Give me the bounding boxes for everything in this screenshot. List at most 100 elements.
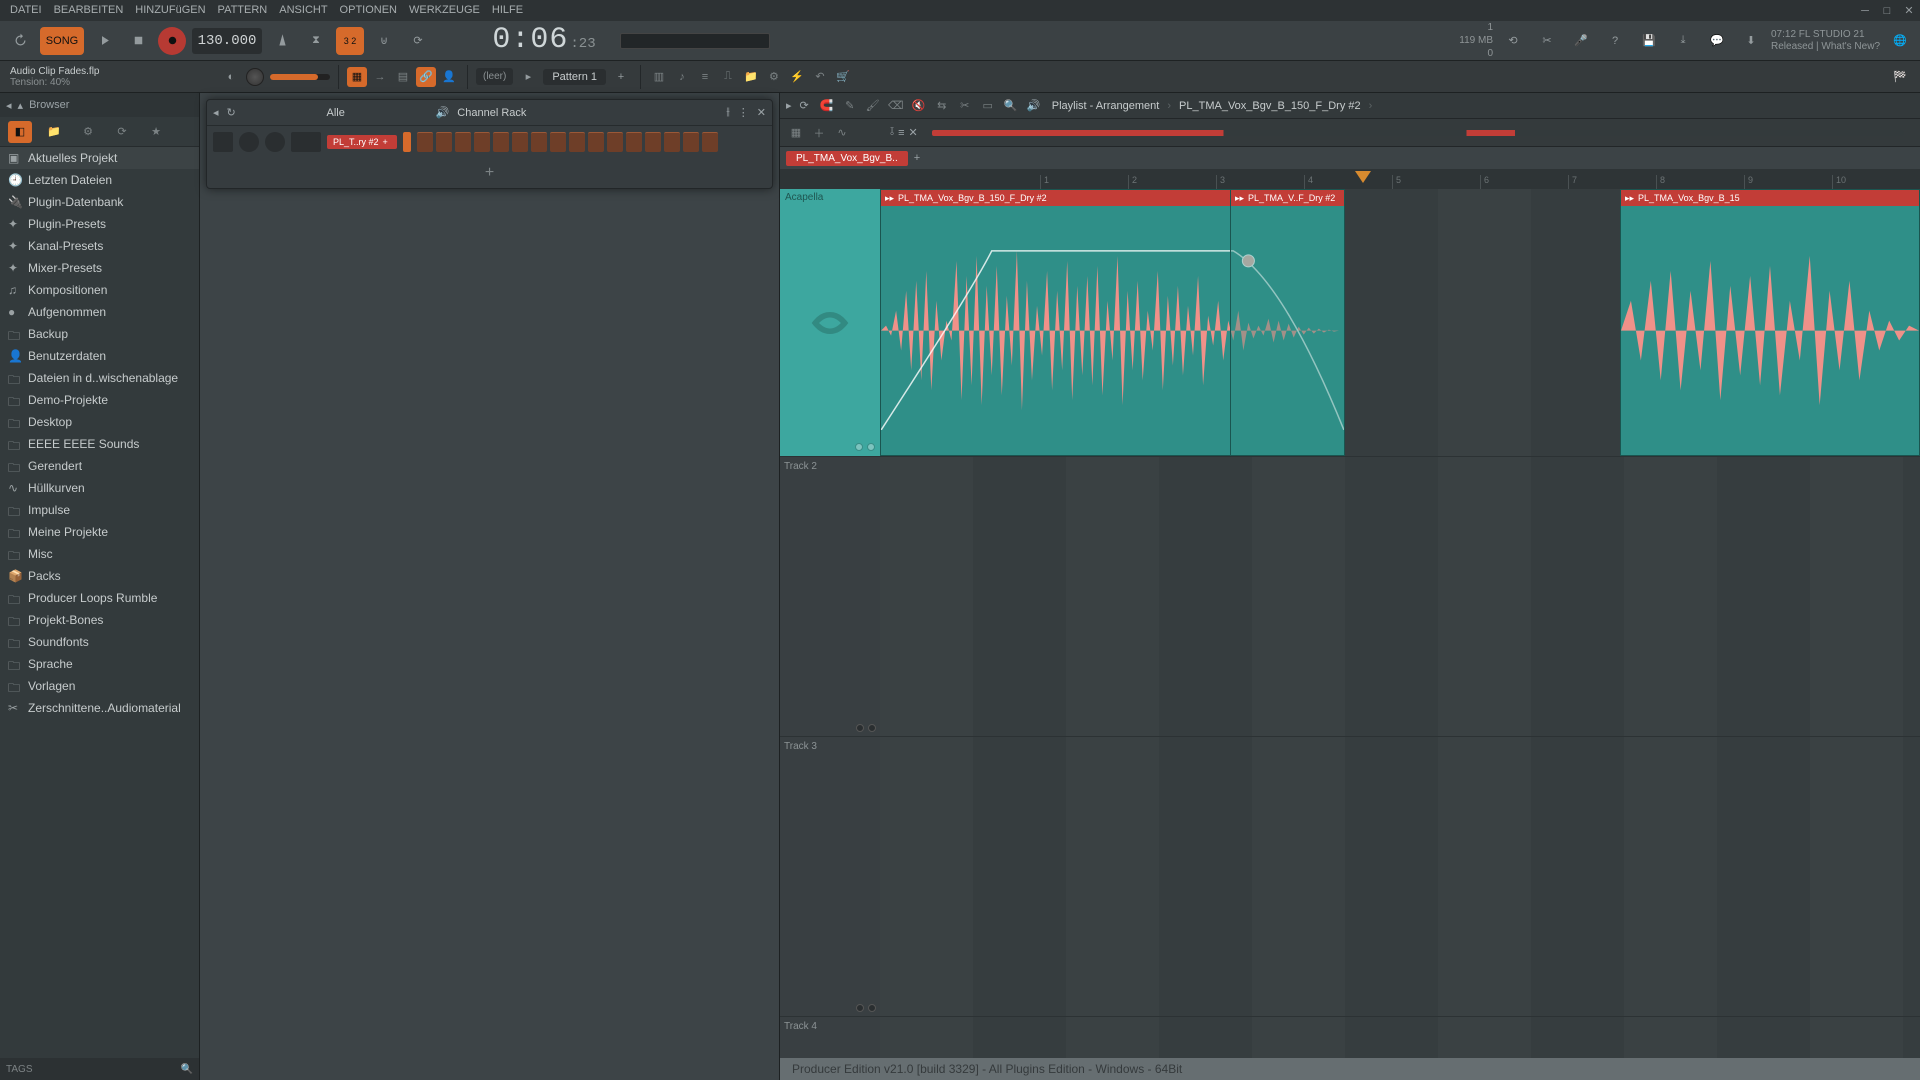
- play-button[interactable]: [90, 27, 118, 55]
- wait-input-icon[interactable]: ⧗: [302, 27, 330, 55]
- news-panel[interactable]: 07:12 FL STUDIO 21 Released | What's New…: [1771, 29, 1880, 53]
- browser-refresh-icon[interactable]: ⟳: [110, 121, 134, 143]
- overdub-icon[interactable]: ⊎: [370, 27, 398, 55]
- menu-pattern[interactable]: PATTERN: [212, 0, 274, 21]
- back-icon[interactable]: ◂: [213, 106, 219, 119]
- track-name[interactable]: Track 3: [784, 741, 876, 752]
- track-header[interactable]: Track 4: [780, 1017, 880, 1058]
- step[interactable]: [493, 132, 509, 152]
- snap-menu-icon[interactable]: ▸: [517, 66, 539, 88]
- playlist-ruler[interactable]: 1 2 3 4 5 6 7 8 9 10: [780, 169, 1920, 189]
- menu-help[interactable]: HILFE: [486, 0, 529, 21]
- step[interactable]: [550, 132, 566, 152]
- undo-history-icon[interactable]: [6, 27, 34, 55]
- song-mode-button[interactable]: SONG: [40, 27, 84, 55]
- record-button[interactable]: [158, 27, 186, 55]
- chat-icon[interactable]: 💬: [1703, 27, 1731, 55]
- track-header[interactable]: Acapella: [780, 189, 880, 456]
- main-volume[interactable]: [246, 68, 330, 86]
- slice-icon[interactable]: ✂: [955, 96, 975, 116]
- menu-file[interactable]: DATEI: [4, 0, 48, 21]
- channel-rack-shortcut-icon[interactable]: ▤: [393, 67, 413, 87]
- track-name[interactable]: Track 4: [784, 1021, 876, 1032]
- wave-icon[interactable]: ∿: [832, 123, 852, 143]
- tree-item[interactable]: 🗀EEEE EEEE Sounds: [0, 433, 199, 455]
- close-sub-icon[interactable]: ✕: [909, 126, 918, 139]
- tree-item[interactable]: 👤Benutzerdaten: [0, 345, 199, 367]
- time-display[interactable]: 0:06 :23: [474, 23, 614, 59]
- playback-icon[interactable]: 🔊: [1024, 96, 1044, 116]
- add-channel-button[interactable]: +: [207, 158, 772, 188]
- mic-icon[interactable]: 🎤: [1567, 27, 1595, 55]
- menu-tools[interactable]: WERKZEUGE: [403, 0, 486, 21]
- sync-icon[interactable]: ⟲: [1499, 27, 1527, 55]
- tree-item[interactable]: 🗀Impulse: [0, 499, 199, 521]
- tree-item[interactable]: 📦Packs: [0, 565, 199, 587]
- tree-item[interactable]: 🗀Meine Projekte: [0, 521, 199, 543]
- magnet-icon[interactable]: 🧲: [817, 96, 837, 116]
- tree-item[interactable]: 🕘Letzten Dateien: [0, 169, 199, 191]
- loop-icon[interactable]: ⟳: [404, 27, 432, 55]
- track-lane[interactable]: ▸▸PL_TMA_Vox_Bgv_B_150_F_Dry #2 ▸▸PL_TM: [880, 189, 1920, 456]
- tree-item[interactable]: ✂Zerschnittene..Audiomaterial: [0, 697, 199, 719]
- track-name[interactable]: Track 2: [784, 461, 876, 472]
- slip-icon[interactable]: ⇆: [932, 96, 952, 116]
- tree-item[interactable]: 🗀Desktop: [0, 411, 199, 433]
- selected-clip-name[interactable]: PL_TMA_Vox_Bgv_B..: [786, 151, 908, 166]
- grid-icon[interactable]: ▦: [786, 123, 806, 143]
- tree-item[interactable]: ♫Kompositionen: [0, 279, 199, 301]
- view-mixer-icon[interactable]: ⎍: [718, 67, 738, 87]
- volume-slider[interactable]: [270, 74, 330, 80]
- channel-row[interactable]: PL_T..ry #2+: [207, 126, 772, 158]
- up-icon[interactable]: ▴: [18, 99, 24, 112]
- erase-icon[interactable]: ⌫: [886, 96, 906, 116]
- tree-item[interactable]: 🗀Gerendert: [0, 455, 199, 477]
- step[interactable]: [588, 132, 604, 152]
- tree-item[interactable]: 🗀Misc: [0, 543, 199, 565]
- track-header[interactable]: Track 3: [780, 737, 880, 1016]
- audio-clip[interactable]: ▸▸PL_TMA_V..F_Dry #2: [1230, 189, 1345, 456]
- step[interactable]: [455, 132, 471, 152]
- menu-edit[interactable]: BEARBEITEN: [48, 0, 130, 21]
- add-icon[interactable]: ＋: [809, 123, 829, 143]
- view-playlist-icon[interactable]: ▥: [649, 67, 669, 87]
- close-icon[interactable]: ✕: [757, 106, 766, 119]
- track-lane[interactable]: [880, 1017, 1920, 1058]
- sync-icon[interactable]: ⟳: [800, 99, 809, 112]
- menu-options[interactable]: OPTIONEN: [334, 0, 403, 21]
- speaker-icon[interactable]: 🔊: [436, 106, 450, 119]
- playlist-overview[interactable]: [932, 130, 1904, 136]
- tree-item[interactable]: ✦Kanal-Presets: [0, 235, 199, 257]
- countdown-icon[interactable]: 3 2: [336, 27, 364, 55]
- step[interactable]: [512, 132, 528, 152]
- step[interactable]: [474, 132, 490, 152]
- window-close-button[interactable]: ✕: [1898, 0, 1920, 22]
- pattern-selector[interactable]: Pattern 1: [543, 69, 606, 85]
- track-header[interactable]: Track 2: [780, 457, 880, 736]
- browser-plugin-icon[interactable]: ⚙: [76, 121, 100, 143]
- collapse-icon[interactable]: ◂: [6, 99, 12, 112]
- step[interactable]: [436, 132, 452, 152]
- menu-view[interactable]: ANSICHT: [273, 0, 333, 21]
- step[interactable]: [683, 132, 699, 152]
- globe-icon[interactable]: 🌐: [1886, 27, 1914, 55]
- step[interactable]: [607, 132, 623, 152]
- tree-item[interactable]: 🗀Demo-Projekte: [0, 389, 199, 411]
- track-lane[interactable]: [880, 457, 1920, 736]
- step[interactable]: [531, 132, 547, 152]
- perform-icon[interactable]: ≡: [898, 127, 904, 139]
- export-icon[interactable]: ⤓: [1669, 27, 1697, 55]
- step[interactable]: [702, 132, 718, 152]
- arrange-icon[interactable]: ⫱: [890, 126, 894, 139]
- tree-item[interactable]: ✦Plugin-Presets: [0, 213, 199, 235]
- step[interactable]: [645, 132, 661, 152]
- tree-item[interactable]: 🔌Plugin-Datenbank: [0, 191, 199, 213]
- channel-filter[interactable]: Alle: [244, 107, 428, 119]
- view-plugin-icon[interactable]: ⚙: [764, 67, 784, 87]
- tree-item[interactable]: ▣Aktuelles Projekt: [0, 147, 199, 169]
- step[interactable]: [664, 132, 680, 152]
- browser-shortcut-icon[interactable]: 👤: [439, 67, 459, 87]
- step-sequencer[interactable]: [417, 132, 718, 152]
- help-icon[interactable]: ?: [1601, 27, 1629, 55]
- tree-item[interactable]: 🗀Projekt-Bones: [0, 609, 199, 631]
